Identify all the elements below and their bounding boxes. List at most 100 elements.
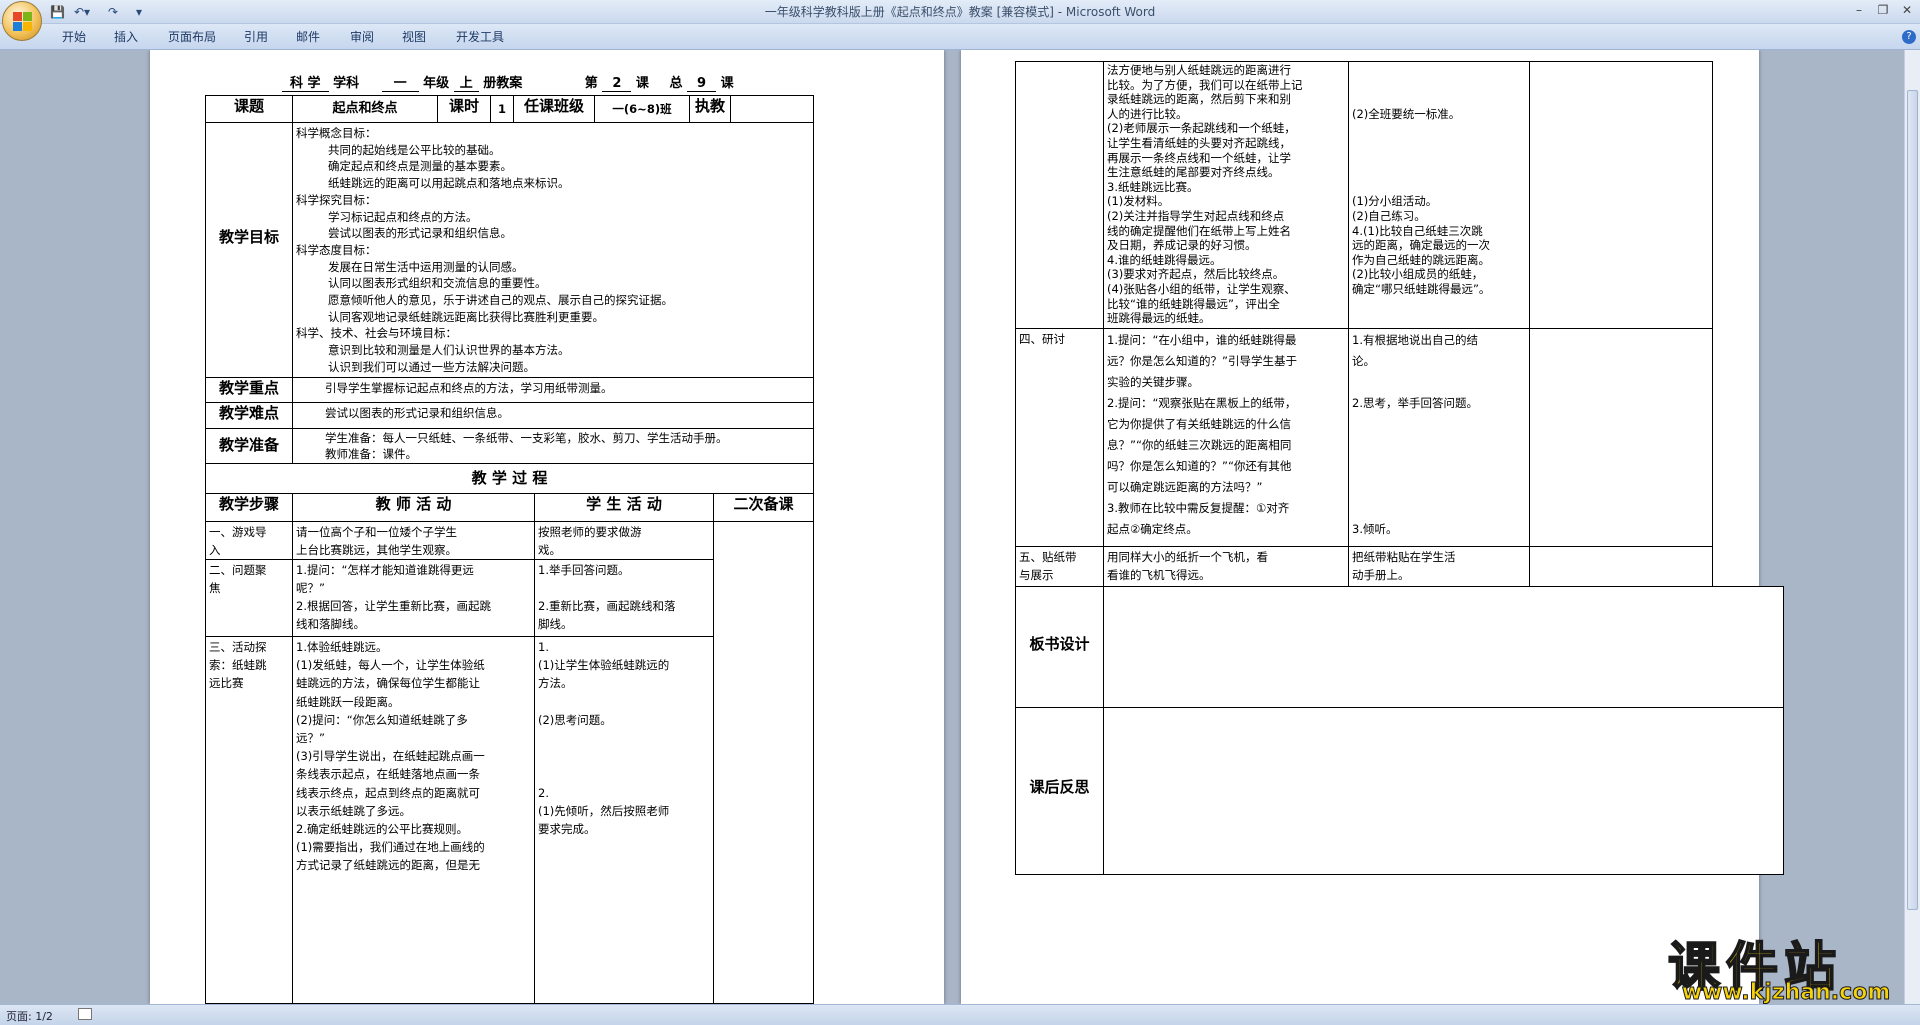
student-line: 远的距离，确定最远的一次 [1352,238,1490,253]
teacher-discussion[interactable]: 1.提问：“在小组中，谁的纸蛙跳得最 远？你是怎么知道的？”引导学生基于 实验的关键… [1103,328,1349,547]
student-activity[interactable]: 1. (1)让学生体验纸蛙跳远的 方法。 (2)思考问题。 2. (1)先倾听，然后按… [534,636,714,1004]
grade: 一 [381,76,419,92]
revision-discussion[interactable] [1529,328,1713,547]
teacher-line: 3.教师在比较中需反复提醒：①对齐 [1107,501,1290,515]
teacher-line: 法方便地与别人纸蛙跳远的距离进行 [1107,63,1291,77]
student-discussion[interactable]: 1.有根据地说出自己的结 论。 2.思考，举手回答问题。 3.倾听。 [1348,328,1530,547]
teacher-activity-line: 方式记录了纸蛙跳远的距离，但是无 [296,858,480,873]
window-title: 一年级科学教科版上册《起点和终点》教案 [兼容模式] - Microsoft W… [764,5,1156,19]
goals-label: 教学目标 [205,122,293,378]
tab-view[interactable]: 视图 [402,28,426,45]
help-icon[interactable]: ? [1902,30,1916,44]
teacher-activity-line: (1)需要指出，我们通过在地上画线的 [296,840,485,855]
board-content[interactable] [1103,586,1784,708]
prep-content[interactable]: 学生准备：每人一只纸蛙、一条纸带、一支彩笔，胶水、剪刀、学生活动手册。 教师准备… [292,428,814,464]
key-content[interactable]: 引导学生掌握标记起点和终点的方法，学习用纸带测量。 [292,377,814,403]
teacher-value[interactable] [730,95,814,123]
close-icon[interactable]: ✕ [1896,1,1918,19]
teacher-line: 远？你是怎么知道的？”引导学生基于 [1107,354,1297,368]
steps-header: 教学步骤 [205,493,293,522]
goal-line: 尝试以图表的形式记录和组织信息。 [328,226,512,241]
teacher-activity-cont[interactable]: 法方便地与别人纸蛙跳远的距离进行 比较。为了方便，我们可以在纸带上记 录纸蛙跳远的距… [1103,61,1349,329]
student-activity-line: 戏。 [538,543,561,557]
process-title: 教 学 过 程 [205,463,814,494]
step-cell-line: 远比赛 [209,676,244,691]
teacher-line: 它为你提供了有关纸蛙跳远的什么信 [1107,417,1291,431]
teacher-activity-line: 呢？” [296,581,325,595]
revision-column[interactable] [713,521,814,1004]
teacher-activity-line: 线和落脚线。 [296,617,365,631]
tab-developer[interactable]: 开发工具 [456,28,504,45]
tab-review[interactable]: 审阅 [350,28,374,45]
ribbon-tabs: 开始 插入 页面布局 引用 邮件 审阅 视图 开发工具 [0,24,1920,50]
term-suffix: 册教案 [483,76,523,91]
step-cell-line: 三、活动探 [209,640,267,654]
page-1: 科 学 学科 一 年级 上 册教案 第 2 课 总 9 课 课题 起点和终点 课… [150,50,944,1004]
teacher-line: 3.纸蛙跳远比赛。 [1107,179,1199,194]
student-line: 3.倾听。 [1352,522,1398,536]
step-display: 五、贴纸带 与展示 [1015,546,1104,587]
teacher-line: 人的进行比较。 [1107,106,1188,121]
goal-line: 学习标记起点和终点的方法。 [328,209,478,224]
tab-references[interactable]: 引用 [244,28,268,45]
student-activity[interactable]: 1.举手回答问题。 2.重新比赛，画起跳线和落 脚线。 [534,559,714,637]
step-cell: 三、活动探 索：纸蛙跳 远比赛 [205,636,293,1004]
teacher-line: 吗？你是怎么知道的？”“你还有其他 [1107,459,1292,473]
goal-line: 认同以图表形式组织和交流信息的重要性。 [328,276,547,291]
goal-line: 科学探究目标： [296,192,377,207]
prep-label: 教学准备 [205,428,293,464]
teacher-line: 可以确定跳远距离的方法吗？” [1107,480,1263,494]
teacher-line: 比较“谁的纸蛙跳得最远”，评出全 [1107,296,1280,311]
revision-display[interactable] [1529,546,1713,587]
tab-home[interactable]: 开始 [62,28,86,45]
teacher-line: 用同样大小的纸折一个飞机，看 [1107,550,1268,564]
teacher-activity[interactable]: 1.体验纸蛙跳远。 (1)发纸蛙，每人一个，让学生体验纸 蛙跳远的方法，确保每位学生… [292,636,535,1004]
difficulty-content[interactable]: 尝试以图表的形式记录和组织信息。 [292,402,814,429]
document-workspace: 科 学 学科 一 年级 上 册教案 第 2 课 总 9 课 课题 起点和终点 课… [0,50,1904,1004]
student-activity-cont[interactable]: (2)全班要统一标准。 (1)分小组活动。 (2)自己练习。 4.(1)比较自己纸蛙… [1348,61,1530,329]
tab-mailings[interactable]: 邮件 [296,28,320,45]
key-label: 教学重点 [205,377,293,403]
scroll-thumb[interactable] [1907,90,1918,910]
hours-value: 1 [490,95,514,123]
reflect-content[interactable] [1103,707,1784,875]
teacher-activity-line: (2)提问：“你怎么知道纸蛙跳了多 [296,712,468,727]
goal-line: 意识到比较和测量是人们认识世界的基本方法。 [328,343,570,358]
page-indicator[interactable]: 页面: 1/2 [6,1008,53,1024]
tab-layout[interactable]: 页面布局 [168,28,216,45]
teacher-display[interactable]: 用同样大小的纸折一个飞机，看 看谁的飞机飞得远。 [1103,546,1349,587]
goal-line: 认识到我们可以通过一些方法解决问题。 [328,359,535,374]
teacher-activity-line: 纸蛙跳跃一段距离。 [296,694,400,709]
student-activity[interactable]: 按照老师的要求做游 戏。 [534,521,714,560]
teacher-line: 实验的关键步骤。 [1107,375,1199,389]
goal-line: 共同的起始线是公平比较的基础。 [328,142,501,157]
revision-cont[interactable] [1529,61,1713,329]
board-label: 板书设计 [1015,586,1104,708]
vertical-scrollbar[interactable] [1904,50,1920,1004]
student-line [1352,78,1526,93]
student-activity-line: 2. [538,785,549,800]
student-activity-line [538,729,710,747]
subject-suffix: 学科 [333,76,360,91]
office-button[interactable] [2,1,42,41]
teacher-activity-line: 线表示终点，起点到终点的距离就可 [296,785,480,800]
proofing-icon[interactable] [78,1008,92,1020]
goals-content[interactable]: 科学概念目标： 共同的起始线是公平比较的基础。 确定起点和终点是测量的基本要素。 纸蛙… [292,122,814,378]
class-label: 任课班级 [513,95,595,123]
restore-icon[interactable]: ❐ [1872,1,1894,19]
student-line: 把纸带粘贴在学生活 [1352,550,1456,564]
student-line: (2)自己练习。 [1352,208,1426,223]
student-display[interactable]: 把纸带粘贴在学生活 动手册上。 [1348,546,1530,587]
goal-line: 确定起点和终点是测量的基本要素。 [328,159,512,174]
student-line [1352,477,1526,498]
step-discussion: 四、研讨 [1015,328,1104,547]
teacher-activity-line: 蛙跳远的方法，确保每位学生都能让 [296,676,480,691]
teacher-line: (3)要求对齐起点，然后比较终点。 [1107,267,1285,282]
minimize-icon[interactable]: – [1848,1,1870,19]
teacher-label: 执教 [689,95,731,123]
tab-insert[interactable]: 插入 [114,28,138,45]
teacher-activity[interactable]: 1.提问：“怎样才能知道谁跳得更远 呢？” 2.根据回答，让学生重新比赛，画起跳 线和… [292,559,535,637]
hours-label: 课时 [437,95,491,123]
teacher-activity[interactable]: 请一位高个子和一位矮个子学生 上台比赛跳远，其他学生观察。 [292,521,535,560]
student-activity-line [538,765,710,783]
